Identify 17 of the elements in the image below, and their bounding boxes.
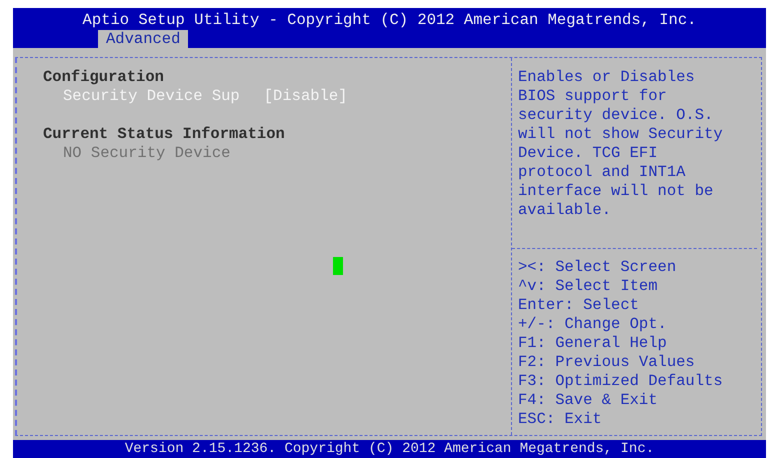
text-cursor (333, 257, 343, 275)
status-text: NO Security Device (62, 144, 232, 163)
tab[interactable]: Advanced (98, 30, 188, 48)
key-hint: ESC: Exit (518, 410, 603, 429)
section-heading: Configuration (43, 68, 165, 87)
key-hint: Enter: Select (518, 296, 640, 315)
version-text: Version 2.15.1236. Copyright (C) 2012 American Megatrends, Inc. (124, 440, 656, 458)
key-hint: F1: General Help (518, 334, 668, 353)
key-hint: F4: Save & Exit (518, 391, 659, 410)
key-hint: F2: Previous Values (518, 353, 696, 372)
key-hint: ><: Select Screen (518, 258, 678, 277)
help-text: Enables or Disables BIOS support for security device. O.S. will not show Security Device. TCG EFI protocol and INT1A interface will not be available. (518, 68, 724, 220)
key-hint: ^v: Select Item (518, 277, 659, 296)
key-hint: +/-: Change Opt. (518, 315, 668, 334)
section-heading: Current Status Information (43, 125, 286, 144)
window-title: Aptio Setup Utility - Copyright (C) 2012 American Megatrends, Inc. (82, 10, 698, 30)
key-hint: F3: Optimized Defaults (518, 372, 724, 391)
